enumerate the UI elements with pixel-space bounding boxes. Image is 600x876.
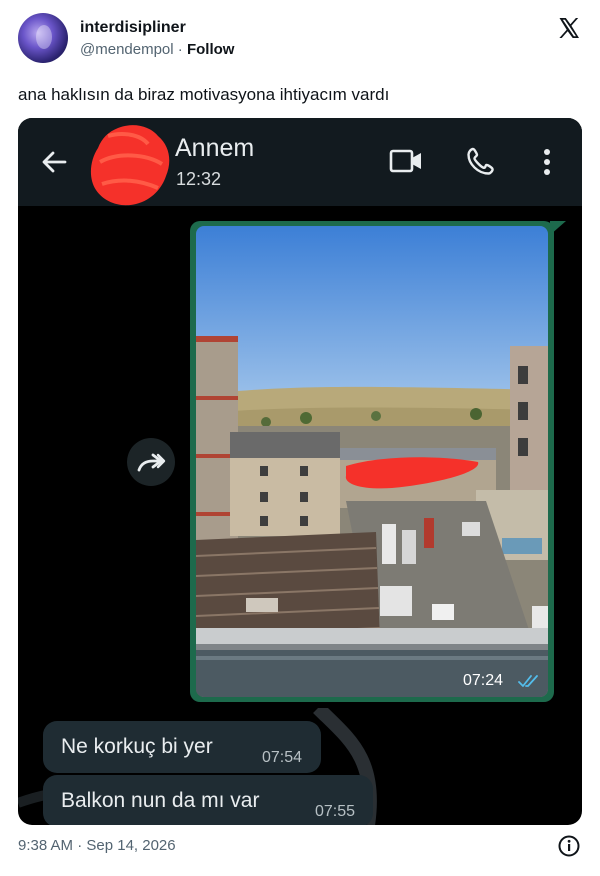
x-logo-icon[interactable] bbox=[557, 16, 581, 40]
display-name[interactable]: interdisipliner bbox=[80, 19, 186, 37]
balcony-photo bbox=[196, 226, 548, 697]
separator-dot: · bbox=[177, 41, 183, 58]
forward-icon bbox=[137, 453, 166, 472]
redaction-scribble bbox=[90, 125, 170, 206]
user-handle[interactable]: @mendempol bbox=[80, 41, 174, 58]
last-seen-time: 12:32 bbox=[176, 169, 222, 189]
image-message-bubble bbox=[190, 221, 554, 702]
double-check-read-icon bbox=[518, 675, 538, 687]
forward-button bbox=[127, 438, 175, 486]
more-vertical-icon bbox=[544, 149, 550, 175]
image-message-time: 07:24 bbox=[463, 672, 504, 689]
chat-header: Annem 12:32 bbox=[18, 118, 582, 206]
incoming-message: Ne korkuç bi yer 07:54 bbox=[43, 721, 321, 773]
incoming-message: Balkon nun da mı var 07:55 bbox=[43, 775, 373, 825]
balcony-view-illustration bbox=[196, 226, 548, 697]
contact-name: Annem bbox=[175, 134, 255, 162]
video-call-icon bbox=[389, 149, 421, 173]
phone-icon bbox=[467, 147, 494, 175]
follow-button[interactable]: Follow bbox=[187, 41, 235, 58]
message-text: Balkon nun da mı var bbox=[61, 789, 260, 812]
info-icon[interactable] bbox=[558, 835, 580, 857]
avatar[interactable] bbox=[18, 13, 68, 63]
message-text: Ne korkuç bi yer bbox=[61, 735, 213, 758]
tweet-text: ana haklısın da biraz motivasyona ihtiya… bbox=[18, 85, 390, 104]
back-arrow-icon bbox=[42, 151, 67, 173]
message-time: 07:54 bbox=[262, 749, 303, 766]
message-time: 07:55 bbox=[315, 803, 356, 820]
chat-screenshot-image[interactable]: Annem 12:32 07:24 Ne korkuç bi yer 07:54… bbox=[18, 118, 582, 825]
handle-row: @mendempol · Follow bbox=[80, 41, 234, 58]
tweet-timestamp[interactable]: 9:38 AM · Sep 14, 2026 bbox=[18, 837, 176, 854]
